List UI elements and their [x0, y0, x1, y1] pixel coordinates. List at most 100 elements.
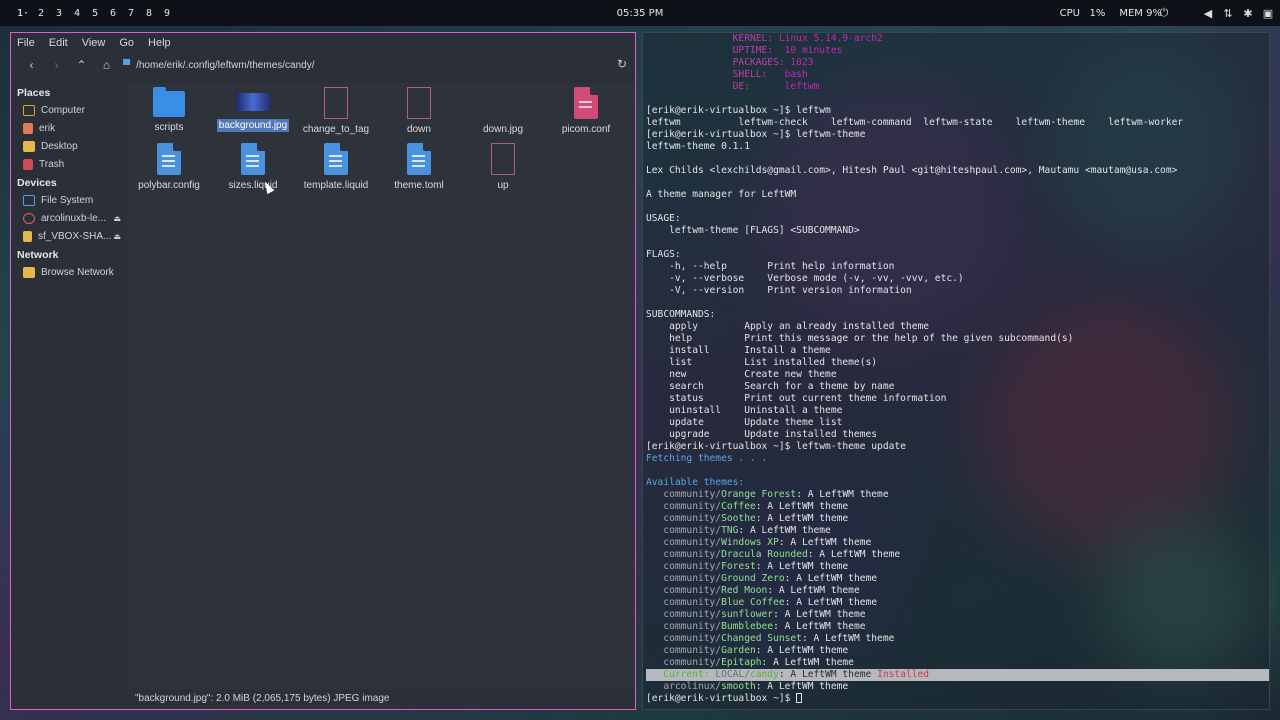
terminal-line: FLAGS:	[646, 249, 681, 260]
theme-line: community/Red Moon: A LeftWM theme	[663, 585, 860, 596]
file-item[interactable]: up	[461, 143, 545, 192]
forward-icon[interactable]: ›	[44, 58, 69, 72]
terminal-line: [erik@erik-virtualbox ~]$ leftwm-theme	[646, 129, 866, 140]
file-name: change_to_tag	[302, 124, 370, 135]
theme-line: community/Bumblebee: A LeftWM theme	[663, 621, 866, 632]
file-name: scripts	[154, 122, 184, 133]
top-panel: 1· 2 3 4 5 6 7 8 9 05:35 PM CPU 1% MEM 9…	[0, 0, 1280, 26]
back-icon[interactable]: ‹	[19, 58, 44, 72]
terminal-line: help Print this message or the help of t…	[646, 333, 1074, 344]
settings-icon[interactable]: ✱	[1242, 7, 1254, 20]
script-icon	[491, 143, 515, 175]
prompt: [erik@erik-virtualbox ~]$	[646, 693, 797, 704]
theme-line: community/TNG: A LeftWM theme	[663, 525, 831, 536]
menubar: File Edit View Go Help	[11, 33, 635, 53]
file-item[interactable]: background.jpg	[211, 87, 295, 132]
theme-list: community/Orange Forest: A LeftWM theme …	[646, 489, 1269, 669]
sidebar-item-desktop[interactable]: Desktop	[11, 137, 125, 155]
up-icon[interactable]: ⌃	[69, 58, 94, 72]
eject-icon[interactable]: ⏏	[113, 214, 121, 223]
file-item[interactable]: template.liquid	[294, 143, 378, 192]
file-item[interactable]: down	[377, 87, 461, 136]
toolbar: ‹ › ⌃ ⌂ ▀ /home/erik/.config/leftwm/them…	[11, 53, 635, 77]
sidebar-item-label: Desktop	[41, 140, 78, 152]
terminal-window[interactable]: KERNEL: Linux 5.14.9-arch2 UPTIME: 10 mi…	[642, 32, 1270, 710]
menu-help[interactable]: Help	[148, 37, 179, 49]
theme-line: community/sunflower: A LeftWM theme	[663, 609, 866, 620]
home-icon[interactable]: ⌂	[94, 58, 119, 72]
volume-icon[interactable]: ◀	[1202, 7, 1214, 20]
workspace-8[interactable]: 8	[140, 8, 158, 19]
workspace-1[interactable]: 1·	[14, 8, 32, 19]
terminal-line: leftwm-theme [FLAGS] <SUBCOMMAND>	[646, 225, 860, 236]
file-item[interactable]: sizes.liquid	[211, 143, 295, 192]
network-icon[interactable]: ⇅	[1222, 7, 1234, 20]
prompt-line[interactable]: [erik@erik-virtualbox ~]$	[646, 693, 1269, 705]
sidebar-item-browse-network[interactable]: Browse Network	[11, 263, 125, 281]
sidebar-item-arcolinux[interactable]: arcolinuxb-le... ⏏	[11, 209, 125, 227]
terminal-line: list List installed theme(s)	[646, 357, 878, 368]
workspace-5[interactable]: 5	[86, 8, 104, 19]
file-item[interactable]: scripts	[127, 87, 211, 134]
workspace-4[interactable]: 4	[68, 8, 86, 19]
mem-label: MEM	[1119, 7, 1143, 19]
sidebar-item-trash[interactable]: Trash	[11, 155, 125, 173]
file-name: background.jpg	[216, 119, 290, 132]
terminal-line: leftwm leftwm-check leftwm-command leftw…	[646, 117, 1184, 128]
workspace-7[interactable]: 7	[122, 8, 140, 19]
sidebar-item-vbox[interactable]: sf_VBOX-SHA... ⏏	[11, 227, 125, 245]
menu-view[interactable]: View	[82, 37, 114, 49]
location-bar[interactable]: ▀ /home/erik/.config/leftwm/themes/candy…	[123, 56, 613, 74]
script-icon	[407, 87, 431, 119]
file-item[interactable]: down.jpg	[461, 87, 545, 136]
sidebar-header-devices: Devices	[17, 177, 57, 189]
sidebar-header-network: Network	[17, 249, 59, 261]
theme-line: community/Garden: A LeftWM theme	[663, 645, 849, 656]
sidebar-item-filesystem[interactable]: File System	[11, 191, 125, 209]
workspace-6[interactable]: 6	[104, 8, 122, 19]
sidebar-item-label: arcolinuxb-le...	[41, 212, 107, 224]
file-name: template.liquid	[303, 180, 369, 191]
file-manager-window: File Edit View Go Help ‹ › ⌃ ⌂ ▀ /home/e…	[10, 32, 636, 710]
theme-line: community/Windows XP: A LeftWM theme	[663, 537, 872, 548]
menu-go[interactable]: Go	[119, 37, 142, 49]
sidebar-item-computer[interactable]: Computer	[11, 101, 125, 119]
file-item[interactable]: theme.toml	[377, 143, 461, 192]
power-icon[interactable]: ⏻	[1158, 6, 1170, 20]
sidebar-item-label: Trash	[39, 158, 65, 170]
network-folder-icon	[23, 266, 35, 278]
file-item[interactable]: change_to_tag	[294, 87, 378, 136]
sidebar-item-erik[interactable]: erik	[11, 119, 125, 137]
current-theme-line: Current: LOCAL/candy: A LeftWM theme Ins…	[646, 669, 1269, 681]
file-name: theme.toml	[394, 180, 444, 191]
theme-line: community/Forest: A LeftWM theme	[663, 561, 849, 572]
terminal-line: -h, --help Print help information	[646, 261, 895, 272]
theme-line: community/Blue Coffee: A LeftWM theme	[663, 597, 878, 608]
file-item[interactable]: polybar.config	[137, 143, 201, 192]
reload-icon[interactable]: ↻	[617, 57, 627, 71]
theme-line: community/Ground Zero: A LeftWM theme	[663, 573, 878, 584]
workspace-9[interactable]: 9	[158, 8, 176, 19]
eject-icon[interactable]: ⏏	[113, 232, 121, 241]
file-name: picom.conf	[561, 124, 611, 135]
workspace-2[interactable]: 2	[32, 8, 50, 19]
theme-line: community/Dracula Rounded: A LeftWM them…	[663, 549, 901, 560]
workspace-3[interactable]: 3	[50, 8, 68, 19]
menu-file[interactable]: File	[17, 37, 43, 49]
file-name: up	[497, 180, 509, 191]
cpu-label: CPU	[1059, 7, 1080, 19]
display-icon[interactable]: ▣	[1262, 7, 1274, 20]
cpu-value: 1%	[1089, 7, 1106, 19]
menu-edit[interactable]: Edit	[49, 37, 76, 49]
terminal-line: uninstall Uninstall a theme	[646, 405, 843, 416]
sidebar-item-label: Computer	[41, 104, 85, 116]
terminal-line: install Install a theme	[646, 345, 831, 356]
shared-folder-icon	[23, 230, 32, 242]
neofetch-line: DE: leftwm	[732, 81, 820, 92]
document-icon	[324, 143, 348, 175]
neofetch-line: KERNEL: Linux 5.14.9-arch2	[732, 33, 883, 44]
trash-icon	[23, 158, 33, 170]
file-item[interactable]: picom.conf	[544, 87, 628, 136]
terminal-line: apply Apply an already installed theme	[646, 321, 930, 332]
